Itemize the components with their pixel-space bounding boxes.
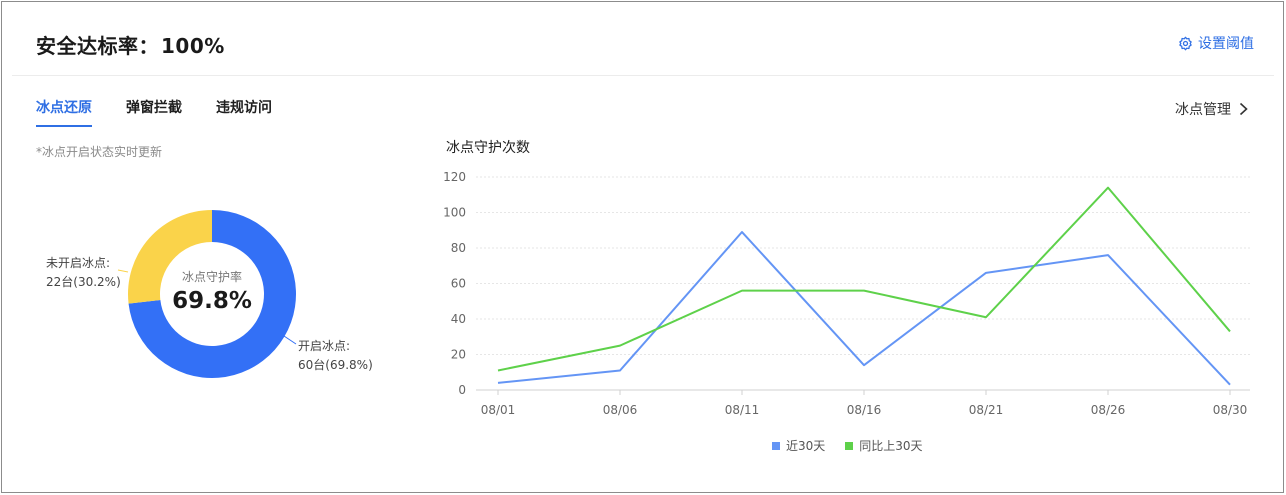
x-tick-label: 08/11 (725, 403, 760, 417)
chart-title: 冰点守护次数 (446, 140, 530, 156)
freeze-management-label: 冰点管理 (1175, 102, 1231, 118)
realtime-note: *冰点开启状态实时更新 (36, 145, 163, 159)
x-tick-label: 08/30 (1213, 403, 1248, 417)
settings-threshold-link[interactable]: 设置阈值 (1178, 33, 1254, 53)
chevron-right-icon (1239, 102, 1248, 116)
gear-icon (1179, 36, 1192, 50)
tab-popup-block[interactable]: 弹窗拦截 (126, 97, 182, 127)
y-tick-label: 120 (443, 170, 466, 184)
y-tick-label: 20 (451, 348, 466, 362)
donut-label-on-title: 开启冰点: (298, 339, 351, 353)
title-value: 100% (161, 34, 225, 58)
series-line-0[interactable] (497, 231, 1231, 386)
line-chart: 0 20 40 60 80 100 120 08/01 08/06 08/11 08/16 08/21… (443, 170, 1250, 417)
x-tick-label: 08/16 (847, 403, 882, 417)
y-tick-label: 40 (451, 312, 466, 326)
x-tick-label: 08/21 (969, 403, 1004, 417)
x-tick-label: 08/06 (603, 403, 638, 417)
chart-legend: 近30天 同比上30天 (772, 437, 923, 454)
tab-bar: 冰点还原 弹窗拦截 违规访问 (36, 97, 272, 127)
y-tick-label: 0 (458, 383, 466, 397)
x-tick-label: 08/26 (1091, 403, 1126, 417)
legend-swatch-recent (772, 441, 780, 450)
card-header: 安全达标率： 100% 设置阈值 (12, 2, 1274, 76)
title-label: 安全达标率： (36, 34, 159, 58)
tab-freeze-restore[interactable]: 冰点还原 (36, 97, 92, 127)
settings-threshold-label: 设置阈值 (1198, 36, 1254, 52)
donut-label-off-detail: 22台(30.2%) (46, 275, 121, 289)
legend-item-previous[interactable]: 同比上30天 (845, 437, 923, 454)
tab-violation-access[interactable]: 违规访问 (216, 97, 272, 127)
donut-label-on-detail: 60台(69.8%) (298, 358, 373, 372)
y-tick-label: 100 (443, 206, 466, 220)
series-line-1[interactable] (497, 186, 1231, 372)
legend-label-previous: 同比上30天 (859, 439, 923, 453)
donut-label-off-title: 未开启冰点: (46, 256, 111, 270)
freeze-management-link[interactable]: 冰点管理 (1175, 99, 1248, 119)
y-tick-label: 60 (451, 277, 466, 291)
donut-label-on: 开启冰点: 60台(69.8%) (298, 337, 373, 375)
x-tick-label: 08/01 (481, 403, 516, 417)
legend-item-recent[interactable]: 近30天 (772, 437, 825, 454)
donut-callout-line-off (117, 269, 129, 273)
page-title: 安全达标率： 100% (36, 30, 225, 59)
legend-swatch-previous (845, 441, 854, 450)
donut-label-off: 未开启冰点: 22台(30.2%) (46, 254, 121, 292)
legend-label-recent: 近30天 (786, 439, 826, 453)
y-tick-label: 80 (451, 241, 466, 255)
